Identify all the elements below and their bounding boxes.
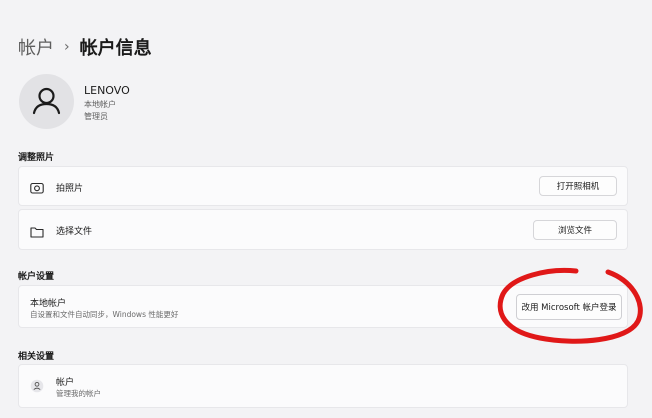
accounts-link-card[interactable]: 帐户 管理我的帐户 [18, 364, 628, 408]
camera-icon [30, 179, 44, 198]
section-title-photo: 调整照片 [18, 153, 55, 163]
avatar [19, 74, 74, 129]
open-camera-button[interactable]: 打开照相机 [539, 176, 617, 196]
accounts-link-label: 帐户 [56, 378, 75, 388]
account-type: 本地帐户 [84, 100, 116, 109]
choose-file-label: 选择文件 [56, 227, 93, 237]
page-title: 帐户信息 [79, 38, 152, 59]
breadcrumb-accounts-link[interactable]: 帐户 [18, 34, 54, 60]
breadcrumb: 帐户 › 帐户信息 [18, 34, 152, 60]
choose-file-card: 选择文件 浏览文件 [18, 209, 628, 250]
account-icon [30, 378, 44, 397]
person-icon [32, 87, 61, 115]
section-title-related-settings: 相关设置 [18, 352, 55, 362]
accounts-link-description: 管理我的帐户 [56, 389, 101, 398]
user-role: 管理员 [84, 112, 108, 121]
switch-to-microsoft-account-button[interactable]: 改用 Microsoft 帐户登录 [516, 294, 622, 320]
take-photo-label: 拍照片 [56, 184, 84, 194]
chevron-right-icon: › [64, 39, 70, 55]
take-photo-card: 拍照片 打开照相机 [18, 166, 628, 206]
local-account-description: 自设置和文件自动同步，Windows 性能更好 [30, 310, 179, 319]
local-account-card: 本地帐户 自设置和文件自动同步，Windows 性能更好 改用 Microsof… [18, 285, 628, 328]
browse-files-button[interactable]: 浏览文件 [533, 220, 617, 240]
section-title-account-settings: 帐户设置 [18, 272, 55, 282]
local-account-label: 本地帐户 [30, 299, 67, 309]
user-name: LENOVO [84, 84, 130, 97]
folder-icon [30, 223, 44, 242]
